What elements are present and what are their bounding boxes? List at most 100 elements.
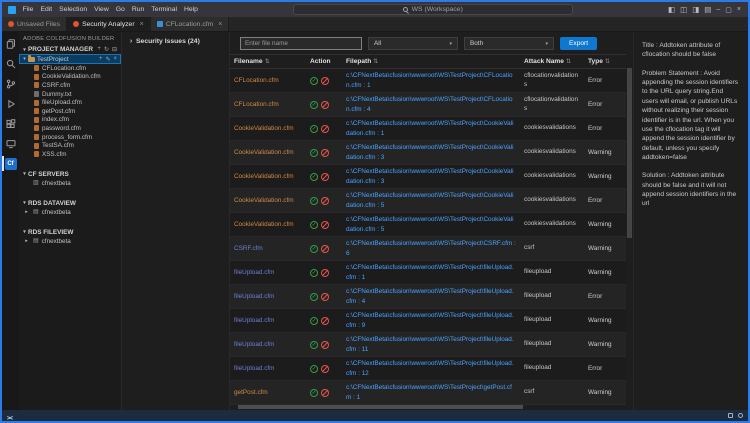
menu-terminal[interactable]: Terminal bbox=[148, 2, 181, 17]
tree-item-file[interactable]: TestSA.cfm bbox=[19, 141, 121, 150]
export-button[interactable]: Export bbox=[560, 37, 597, 50]
vertical-scrollbar[interactable] bbox=[626, 56, 633, 404]
column-header-type[interactable]: Type⇅ bbox=[584, 58, 626, 65]
explorer-icon[interactable] bbox=[2, 37, 19, 50]
check-circle-icon[interactable]: ✓ bbox=[310, 77, 318, 85]
block-circle-icon[interactable] bbox=[321, 389, 329, 397]
scrollbar-thumb[interactable] bbox=[238, 405, 523, 409]
tree-item-file[interactable]: CookieValidation.cfm bbox=[19, 73, 121, 82]
remote-icon[interactable] bbox=[2, 137, 19, 150]
tree-item-file[interactable]: Dummy.txt bbox=[19, 90, 121, 99]
menu-go[interactable]: Go bbox=[112, 2, 128, 17]
issue-filepath-link[interactable]: c:\CFNextBeta\cfusion\wwwroot\WS\TestPro… bbox=[342, 70, 520, 91]
block-circle-icon[interactable] bbox=[321, 125, 329, 133]
check-circle-icon[interactable]: ✓ bbox=[310, 245, 318, 253]
issue-filename-link[interactable]: fileUpload.cfm bbox=[230, 364, 306, 373]
remote-indicator[interactable]: >< bbox=[7, 416, 12, 422]
tab-unsaved-files[interactable]: Unsaved Files bbox=[2, 17, 67, 31]
check-circle-icon[interactable]: ✓ bbox=[310, 221, 318, 229]
severity-select[interactable]: Both ▾ bbox=[464, 37, 554, 50]
check-circle-icon[interactable]: ✓ bbox=[310, 173, 318, 181]
issue-filepath-link[interactable]: c:\CFNextBeta\cfusion\wwwroot\WS\TestPro… bbox=[342, 358, 520, 379]
issue-filename-link[interactable]: CFLocation.cfm bbox=[230, 100, 306, 109]
check-circle-icon[interactable]: ✓ bbox=[310, 341, 318, 349]
extensions-icon[interactable] bbox=[2, 117, 19, 130]
menu-run[interactable]: Run bbox=[128, 2, 147, 17]
section-header-rds-dataview[interactable]: ▾RDS DATAVIEW bbox=[19, 199, 121, 208]
issue-filename-link[interactable]: CFLocation.cfm bbox=[230, 76, 306, 85]
tree-item-file[interactable]: CSRF.cfm bbox=[19, 81, 121, 90]
issue-filepath-link[interactable]: c:\CFNextBeta\cfusion\wwwroot\WS\TestPro… bbox=[342, 262, 520, 283]
collapse-all-icon[interactable]: ⊟ bbox=[112, 46, 117, 53]
block-circle-icon[interactable] bbox=[321, 365, 329, 373]
issue-filename-link[interactable]: CookieValidation.cfm bbox=[230, 172, 306, 181]
scrollbar-thumb[interactable] bbox=[627, 68, 632, 238]
source-control-icon[interactable] bbox=[2, 77, 19, 90]
tree-item-cfnextbeta[interactable]: ▸▤cfnextbeta bbox=[19, 237, 121, 246]
security-issues-header[interactable]: › Security Issues (24) bbox=[128, 38, 225, 45]
tree-item-file[interactable]: password.cfm bbox=[19, 124, 121, 133]
issue-filepath-link[interactable]: c:\CFNextBeta\cfusion\wwwroot\WS\TestPro… bbox=[342, 190, 520, 211]
delete-icon[interactable]: × bbox=[113, 56, 117, 63]
issue-filename-link[interactable]: fileUpload.cfm bbox=[230, 316, 306, 325]
new-file-icon[interactable]: + bbox=[99, 56, 103, 63]
issue-filename-link[interactable]: CookieValidation.cfm bbox=[230, 124, 306, 133]
file-name-filter-input[interactable] bbox=[240, 37, 362, 50]
issue-filename-link[interactable]: fileUpload.cfm bbox=[230, 268, 306, 277]
tree-item-cfnextbeta[interactable]: ▥cfnextbeta bbox=[19, 179, 121, 188]
command-center[interactable]: WS (Workspace) bbox=[293, 4, 573, 15]
block-circle-icon[interactable] bbox=[321, 293, 329, 301]
add-project-icon[interactable]: + bbox=[97, 46, 101, 53]
attack-type-select[interactable]: All ▾ bbox=[368, 37, 458, 50]
tree-item-cfnextbeta[interactable]: ▸▤cfnextbeta bbox=[19, 208, 121, 217]
block-circle-icon[interactable] bbox=[321, 77, 329, 85]
section-header-rds-fileview[interactable]: ▾RDS FILEVIEW bbox=[19, 228, 121, 237]
issue-filepath-link[interactable]: c:\CFNextBeta\cfusion\wwwroot\WS\TestPro… bbox=[342, 142, 520, 163]
toggle-secondary-sidebar-icon[interactable]: ◨ bbox=[692, 5, 699, 14]
column-header-attack-name[interactable]: Attack Name⇅ bbox=[520, 58, 584, 65]
issue-filepath-link[interactable]: c:\CFNextBeta\cfusion\wwwroot\WS\TestPro… bbox=[342, 238, 520, 259]
block-circle-icon[interactable] bbox=[321, 221, 329, 229]
issue-filepath-link[interactable]: c:\CFNextBeta\cfusion\wwwroot\WS\TestPro… bbox=[342, 166, 520, 187]
block-circle-icon[interactable] bbox=[321, 197, 329, 205]
sort-icon[interactable]: ⇅ bbox=[265, 58, 270, 65]
minimize-button[interactable]: – bbox=[716, 6, 720, 13]
refresh-icon[interactable]: ↻ bbox=[104, 46, 109, 53]
check-circle-icon[interactable]: ✓ bbox=[310, 365, 318, 373]
tree-item-file[interactable]: getPost.cfm bbox=[19, 107, 121, 116]
block-circle-icon[interactable] bbox=[321, 269, 329, 277]
block-circle-icon[interactable] bbox=[321, 317, 329, 325]
block-circle-icon[interactable] bbox=[321, 245, 329, 253]
menu-edit[interactable]: Edit bbox=[37, 2, 56, 17]
section-header-cf-servers[interactable]: ▾CF SERVERS bbox=[19, 170, 121, 179]
search-icon[interactable] bbox=[2, 57, 19, 70]
issue-filepath-link[interactable]: c:\CFNextBeta\cfusion\wwwroot\WS\TestPro… bbox=[342, 334, 520, 355]
toggle-panel-icon[interactable]: ◫ bbox=[680, 5, 687, 14]
tree-item-project[interactable]: ▾ TestProject + ✎ × bbox=[19, 54, 121, 64]
feedback-icon[interactable] bbox=[728, 413, 733, 418]
tree-item-file[interactable]: XSS.cfm bbox=[19, 150, 121, 159]
issue-filename-link[interactable]: CSRF.cfm bbox=[230, 244, 306, 253]
tab-security-analyzer[interactable]: Security Analyzer× bbox=[67, 17, 151, 31]
tree-item-file[interactable]: fileUpload.cfm bbox=[19, 98, 121, 107]
run-debug-icon[interactable] bbox=[2, 97, 19, 110]
check-circle-icon[interactable]: ✓ bbox=[310, 317, 318, 325]
menu-file[interactable]: File bbox=[19, 2, 37, 17]
notifications-icon[interactable] bbox=[738, 413, 743, 418]
sort-icon[interactable]: ⇅ bbox=[605, 58, 610, 65]
menu-help[interactable]: Help bbox=[180, 2, 201, 17]
menu-selection[interactable]: Selection bbox=[56, 2, 91, 17]
issue-filepath-link[interactable]: c:\CFNextBeta\cfusion\wwwroot\WS\TestPro… bbox=[342, 118, 520, 139]
project-manager-header[interactable]: ▾ PROJECT MANAGER + ↻ ⊟ bbox=[19, 45, 121, 54]
sort-icon[interactable]: ⇅ bbox=[566, 58, 571, 65]
close-icon[interactable]: × bbox=[218, 21, 222, 28]
issue-filename-link[interactable]: fileUpload.cfm bbox=[230, 340, 306, 349]
column-header-filepath[interactable]: Filepath⇅ bbox=[342, 58, 520, 65]
edit-icon[interactable]: ✎ bbox=[105, 56, 110, 63]
check-circle-icon[interactable]: ✓ bbox=[310, 149, 318, 157]
sort-icon[interactable]: ⇅ bbox=[373, 58, 378, 65]
tree-item-file[interactable]: CFLocation.cfm bbox=[19, 64, 121, 73]
horizontal-scrollbar[interactable] bbox=[238, 404, 621, 409]
column-header-filename[interactable]: Filename⇅ bbox=[230, 58, 306, 65]
tab-cflocation-cfm[interactable]: CFLocation.cfm× bbox=[151, 17, 230, 31]
